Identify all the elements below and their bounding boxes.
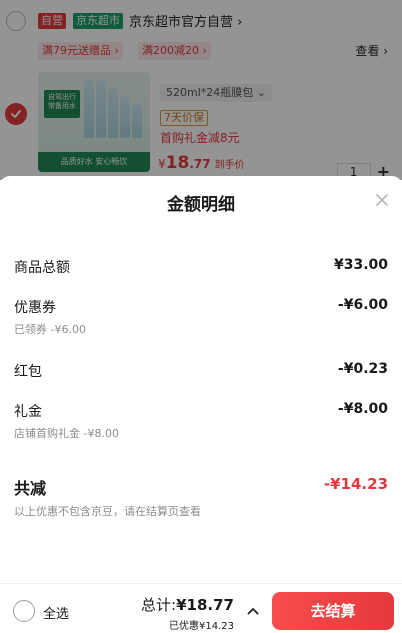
row-amount: -¥8.00 — [337, 401, 388, 417]
row-amount: -¥6.00 — [337, 297, 388, 313]
chevron-up-icon[interactable] — [246, 604, 260, 618]
row-label: 红包 — [14, 364, 42, 380]
close-icon — [376, 194, 388, 206]
total-line: 总计:¥18.77 — [141, 594, 234, 615]
row-subtext: 已领券 -¥6.00 — [14, 323, 86, 336]
saved-amount: 已优惠¥14.23 — [169, 621, 234, 632]
select-all-label[interactable]: 全选 — [43, 603, 69, 622]
row-amount: -¥0.23 — [337, 361, 388, 377]
row-amount: ¥33.00 — [333, 257, 388, 273]
row-label: 礼金 — [14, 404, 42, 420]
total-discount-label: 共减 — [14, 479, 47, 498]
detail-row-red-packet: 红包 -¥0.23 — [14, 361, 388, 381]
cart-background: 自营 京东超市 京东超市官方自营 › 满79元送赠品 › 满200减20 › 查… — [0, 0, 402, 180]
checkout-bar: 全选 总计:¥18.77 已优惠¥14.23 去结算 — [0, 583, 402, 633]
row-label: 商品总额 — [14, 260, 70, 276]
checkout-button[interactable]: 去结算 — [272, 592, 394, 630]
total-discount-amount: -¥14.23 — [323, 475, 388, 493]
detail-row-total-discount: 共减 -¥14.23 以上优惠不包含京豆，请在结算页查看 — [14, 475, 388, 519]
detail-row-gift-money: 礼金 -¥8.00 店铺首购礼金 -¥8.00 — [14, 401, 388, 441]
close-button[interactable] — [372, 190, 392, 210]
total-value: ¥18.77 — [176, 596, 234, 614]
sheet-title: 金额明细 — [167, 195, 235, 215]
row-subtext: 店铺首购礼金 -¥8.00 — [14, 427, 119, 440]
modal-overlay[interactable] — [0, 0, 402, 180]
total-label: 总计: — [141, 596, 177, 614]
discount-note: 以上优惠不包含京豆，请在结算页查看 — [14, 505, 201, 518]
select-all-checkbox[interactable] — [13, 600, 35, 622]
amount-detail-sheet: 金额明细 商品总额 ¥33.00 优惠券 -¥6.00 已领券 -¥6.00 红… — [0, 176, 402, 633]
detail-row-goods-total: 商品总额 ¥33.00 — [14, 257, 388, 277]
detail-row-coupon: 优惠券 -¥6.00 已领券 -¥6.00 — [14, 297, 388, 337]
row-label: 优惠券 — [14, 300, 56, 316]
total-summary[interactable]: 总计:¥18.77 已优惠¥14.23 — [141, 594, 234, 632]
